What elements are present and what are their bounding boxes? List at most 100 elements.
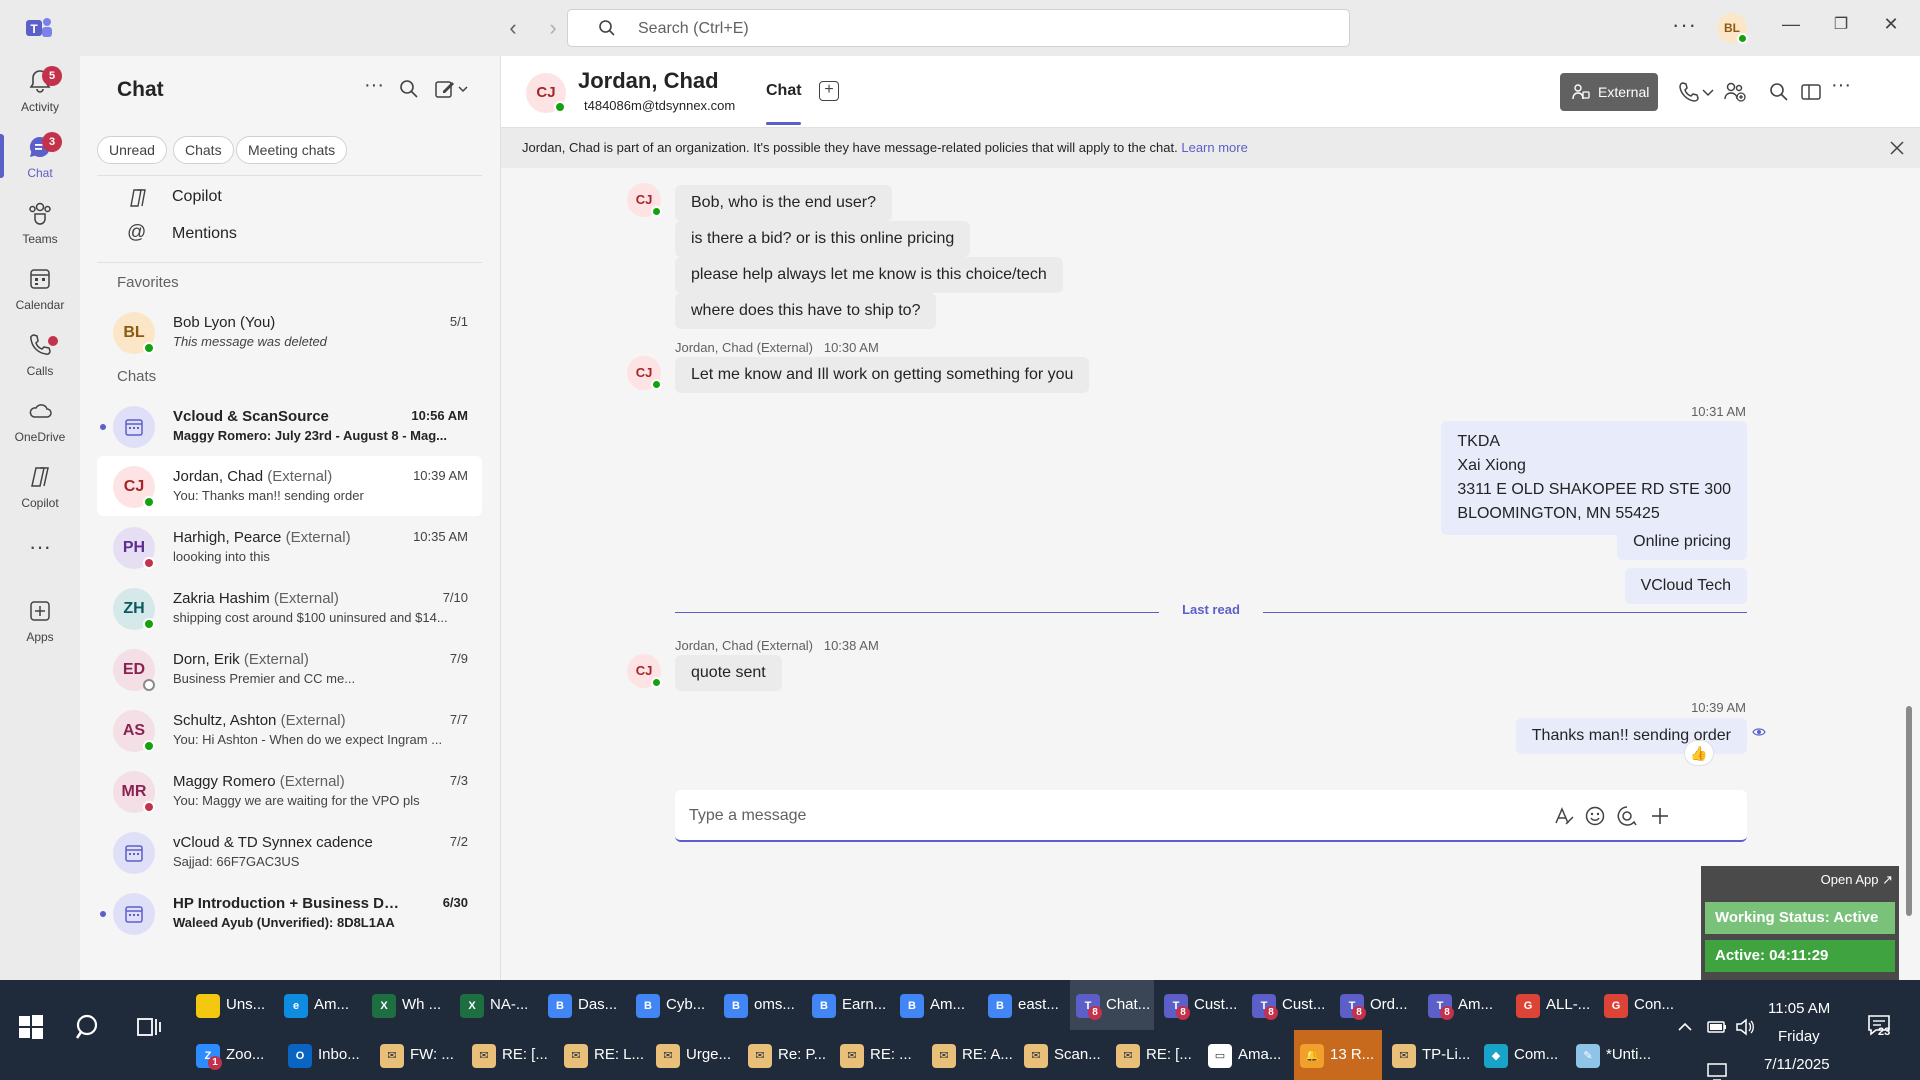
taskbar-app-button[interactable]: X NA-...	[454, 980, 538, 1030]
taskbar-app-button[interactable]: ✉ Urge...	[650, 1030, 738, 1080]
rail-item-apps[interactable]: Apps	[0, 592, 80, 656]
loop-icon[interactable]	[1615, 804, 1639, 828]
search-input[interactable]	[638, 17, 1238, 41]
message-input[interactable]	[689, 804, 1489, 828]
settings-more-icon[interactable]: ···	[1672, 12, 1697, 38]
clock-day[interactable]: Friday	[1778, 1028, 1820, 1045]
volume-icon[interactable]	[1734, 1016, 1756, 1038]
mentions-link[interactable]: @ Mentions	[127, 220, 427, 250]
compose-box[interactable]	[675, 790, 1747, 842]
restore-icon[interactable]: ❐	[1826, 14, 1856, 34]
taskbar-app-button[interactable]: ✉ RE: ...	[834, 1030, 922, 1080]
close-icon[interactable]	[1888, 139, 1906, 157]
add-tab-icon[interactable]: +	[819, 81, 839, 101]
chat-item-bob-lyon[interactable]: BL Bob Lyon (You) This message was delet…	[97, 302, 482, 362]
taskbar-app-button[interactable]: B Das...	[542, 980, 626, 1030]
chat-item-jordan-chad[interactable]: CJ Jordan, Chad (External) You: Thanks m…	[97, 456, 482, 516]
chevron-down-icon[interactable]	[1700, 80, 1716, 104]
taskbar-app-button[interactable]: ✉ Re: P...	[742, 1030, 830, 1080]
chat-item-dorn-erik[interactable]: ED Dorn, Erik (External) Business Premie…	[97, 639, 482, 699]
search-icon[interactable]	[398, 78, 420, 100]
message-bubble[interactable]: please help always let me know is this c…	[675, 257, 1063, 293]
taskbar-app-button[interactable]: B Cyb...	[630, 980, 714, 1030]
tray-expand-icon[interactable]	[1676, 1018, 1694, 1036]
minimize-icon[interactable]: —	[1776, 14, 1806, 35]
thumbs-up-reaction[interactable]: 👍	[1684, 740, 1714, 766]
rail-item-onedrive[interactable]: OneDrive	[0, 392, 80, 456]
windows-start-icon[interactable]	[18, 1014, 44, 1040]
chat-item-vcloud-scansource[interactable]: Vcloud & ScanSource Maggy Romero: July 2…	[97, 396, 482, 456]
taskbar-app-button[interactable]: T 8 Ord...	[1334, 980, 1418, 1030]
chat-item-vcloud-td-synnex[interactable]: vCloud & TD Synnex cadence Sajjad: 66F7G…	[97, 822, 482, 882]
taskbar-app-button[interactable]: ✎ *Unti...	[1570, 1030, 1658, 1080]
chat-item-zakria-hashim[interactable]: ZH Zakria Hashim (External) shipping cos…	[97, 578, 482, 638]
contact-name[interactable]: Jordan, Chad	[578, 68, 719, 94]
message-bubble[interactable]: Online pricing	[1617, 524, 1747, 560]
user-avatar[interactable]: BL	[1717, 13, 1748, 44]
taskbar-app-button[interactable]: ✉ RE: [...	[1110, 1030, 1198, 1080]
taskbar-app-button[interactable]: B Am...	[894, 980, 978, 1030]
filter-meeting-chats-chip[interactable]: Meeting chats	[236, 136, 348, 164]
side-panel-icon[interactable]	[1799, 80, 1823, 104]
taskbar-app-button[interactable]: T 8 Cust...	[1246, 980, 1330, 1030]
add-people-icon[interactable]	[1723, 80, 1747, 104]
filter-chats-chip[interactable]: Chats	[173, 136, 234, 164]
chat-item-schultz-ashton[interactable]: AS Schultz, Ashton (External) You: Hi As…	[97, 700, 482, 760]
taskbar-app-button[interactable]: G ALL-...	[1510, 980, 1594, 1030]
rail-item-copilot[interactable]: Copilot	[0, 458, 80, 522]
taskbar-app-button[interactable]: ✉ TP-Li...	[1386, 1030, 1474, 1080]
taskbar-app-button[interactable]: T 8 Chat...	[1070, 980, 1154, 1030]
rail-item-chat[interactable]: 3 Chat	[0, 128, 80, 192]
copilot-link[interactable]: Copilot	[127, 183, 427, 213]
taskbar-app-button[interactable]: e Am...	[278, 980, 362, 1030]
taskbar-app-button[interactable]: T 8 Cust...	[1158, 980, 1242, 1030]
emoji-icon[interactable]	[1583, 804, 1607, 828]
close-icon[interactable]: ✕	[1876, 14, 1906, 35]
taskbar-app-button[interactable]: T 8 Am...	[1422, 980, 1506, 1030]
external-badge[interactable]: External	[1560, 73, 1658, 111]
add-attachment-icon[interactable]	[1648, 804, 1672, 828]
taskbar-app-button[interactable]: 🔔 13 R...	[1294, 1030, 1382, 1080]
tab-chat[interactable]: Chat	[766, 82, 802, 125]
taskbar-app-button[interactable]: ✉ FW: ...	[374, 1030, 462, 1080]
taskbar-app-button[interactable]: B Earn...	[806, 980, 890, 1030]
taskbar-app-button[interactable]: ✉ Scan...	[1018, 1030, 1106, 1080]
taskbar-app-button[interactable]: G Con...	[1598, 980, 1682, 1030]
message-bubble[interactable]: VCloud Tech	[1624, 568, 1747, 604]
teams-logo-icon[interactable]: T	[24, 14, 54, 42]
chat-item-harhigh-pearce[interactable]: PH Harhigh, Pearce (External) loooking i…	[97, 517, 482, 577]
open-app-button[interactable]: Open App ↗	[1821, 872, 1893, 888]
rail-more-apps[interactable]: ···	[0, 526, 80, 566]
search-bar[interactable]	[567, 9, 1350, 47]
search-icon[interactable]	[1767, 80, 1791, 104]
taskbar-app-button[interactable]: ▭ Ama...	[1202, 1030, 1290, 1080]
message-bubble-address[interactable]: TKDA Xai Xiong 3311 E OLD SHAKOPEE RD ST…	[1441, 421, 1747, 535]
clock-date[interactable]: 7/11/2025	[1764, 1056, 1830, 1073]
taskbar-app-button[interactable]: Beast...	[982, 980, 1066, 1030]
taskbar-app-button[interactable]: Boms...	[718, 980, 802, 1030]
rail-item-teams[interactable]: Teams	[0, 194, 80, 258]
new-chat-icon[interactable]	[434, 78, 468, 100]
taskbar-app-button[interactable]: X Wh ...	[366, 980, 450, 1030]
network-icon[interactable]	[1706, 1062, 1728, 1080]
format-icon[interactable]	[1552, 804, 1576, 828]
message-bubble[interactable]: quote sent	[675, 655, 782, 691]
taskbar-app-button[interactable]: O Inbo...	[282, 1030, 370, 1080]
scrollbar[interactable]	[1906, 706, 1912, 916]
taskbar-app-button[interactable]: Z 1 Zoo...	[190, 1030, 278, 1080]
message-bubble[interactable]: Let me know and Ill work on getting some…	[675, 357, 1090, 393]
taskbar-app-button[interactable]: ◆ Com...	[1478, 1030, 1566, 1080]
chat-item-hp-introduction[interactable]: HP Introduction + Business Dis... Waleed…	[97, 883, 482, 943]
task-view-icon[interactable]	[136, 1014, 162, 1040]
back-arrow-icon[interactable]: ‹	[501, 14, 525, 42]
rail-item-calls[interactable]: Calls	[0, 326, 80, 390]
taskbar-search-icon[interactable]	[74, 1012, 104, 1042]
learn-more-link[interactable]: Learn more	[1181, 140, 1247, 155]
taskbar-app-button[interactable]: ✉ RE: L...	[558, 1030, 646, 1080]
battery-icon[interactable]	[1706, 1016, 1728, 1038]
more-options-icon[interactable]: ···	[363, 74, 385, 96]
chat-item-maggy-romero[interactable]: MR Maggy Romero (External) You: Maggy we…	[97, 761, 482, 821]
taskbar-app-button[interactable]: Uns...	[190, 980, 274, 1030]
call-icon[interactable]	[1677, 80, 1701, 104]
message-bubble[interactable]: Bob, who is the end user?	[675, 185, 893, 221]
